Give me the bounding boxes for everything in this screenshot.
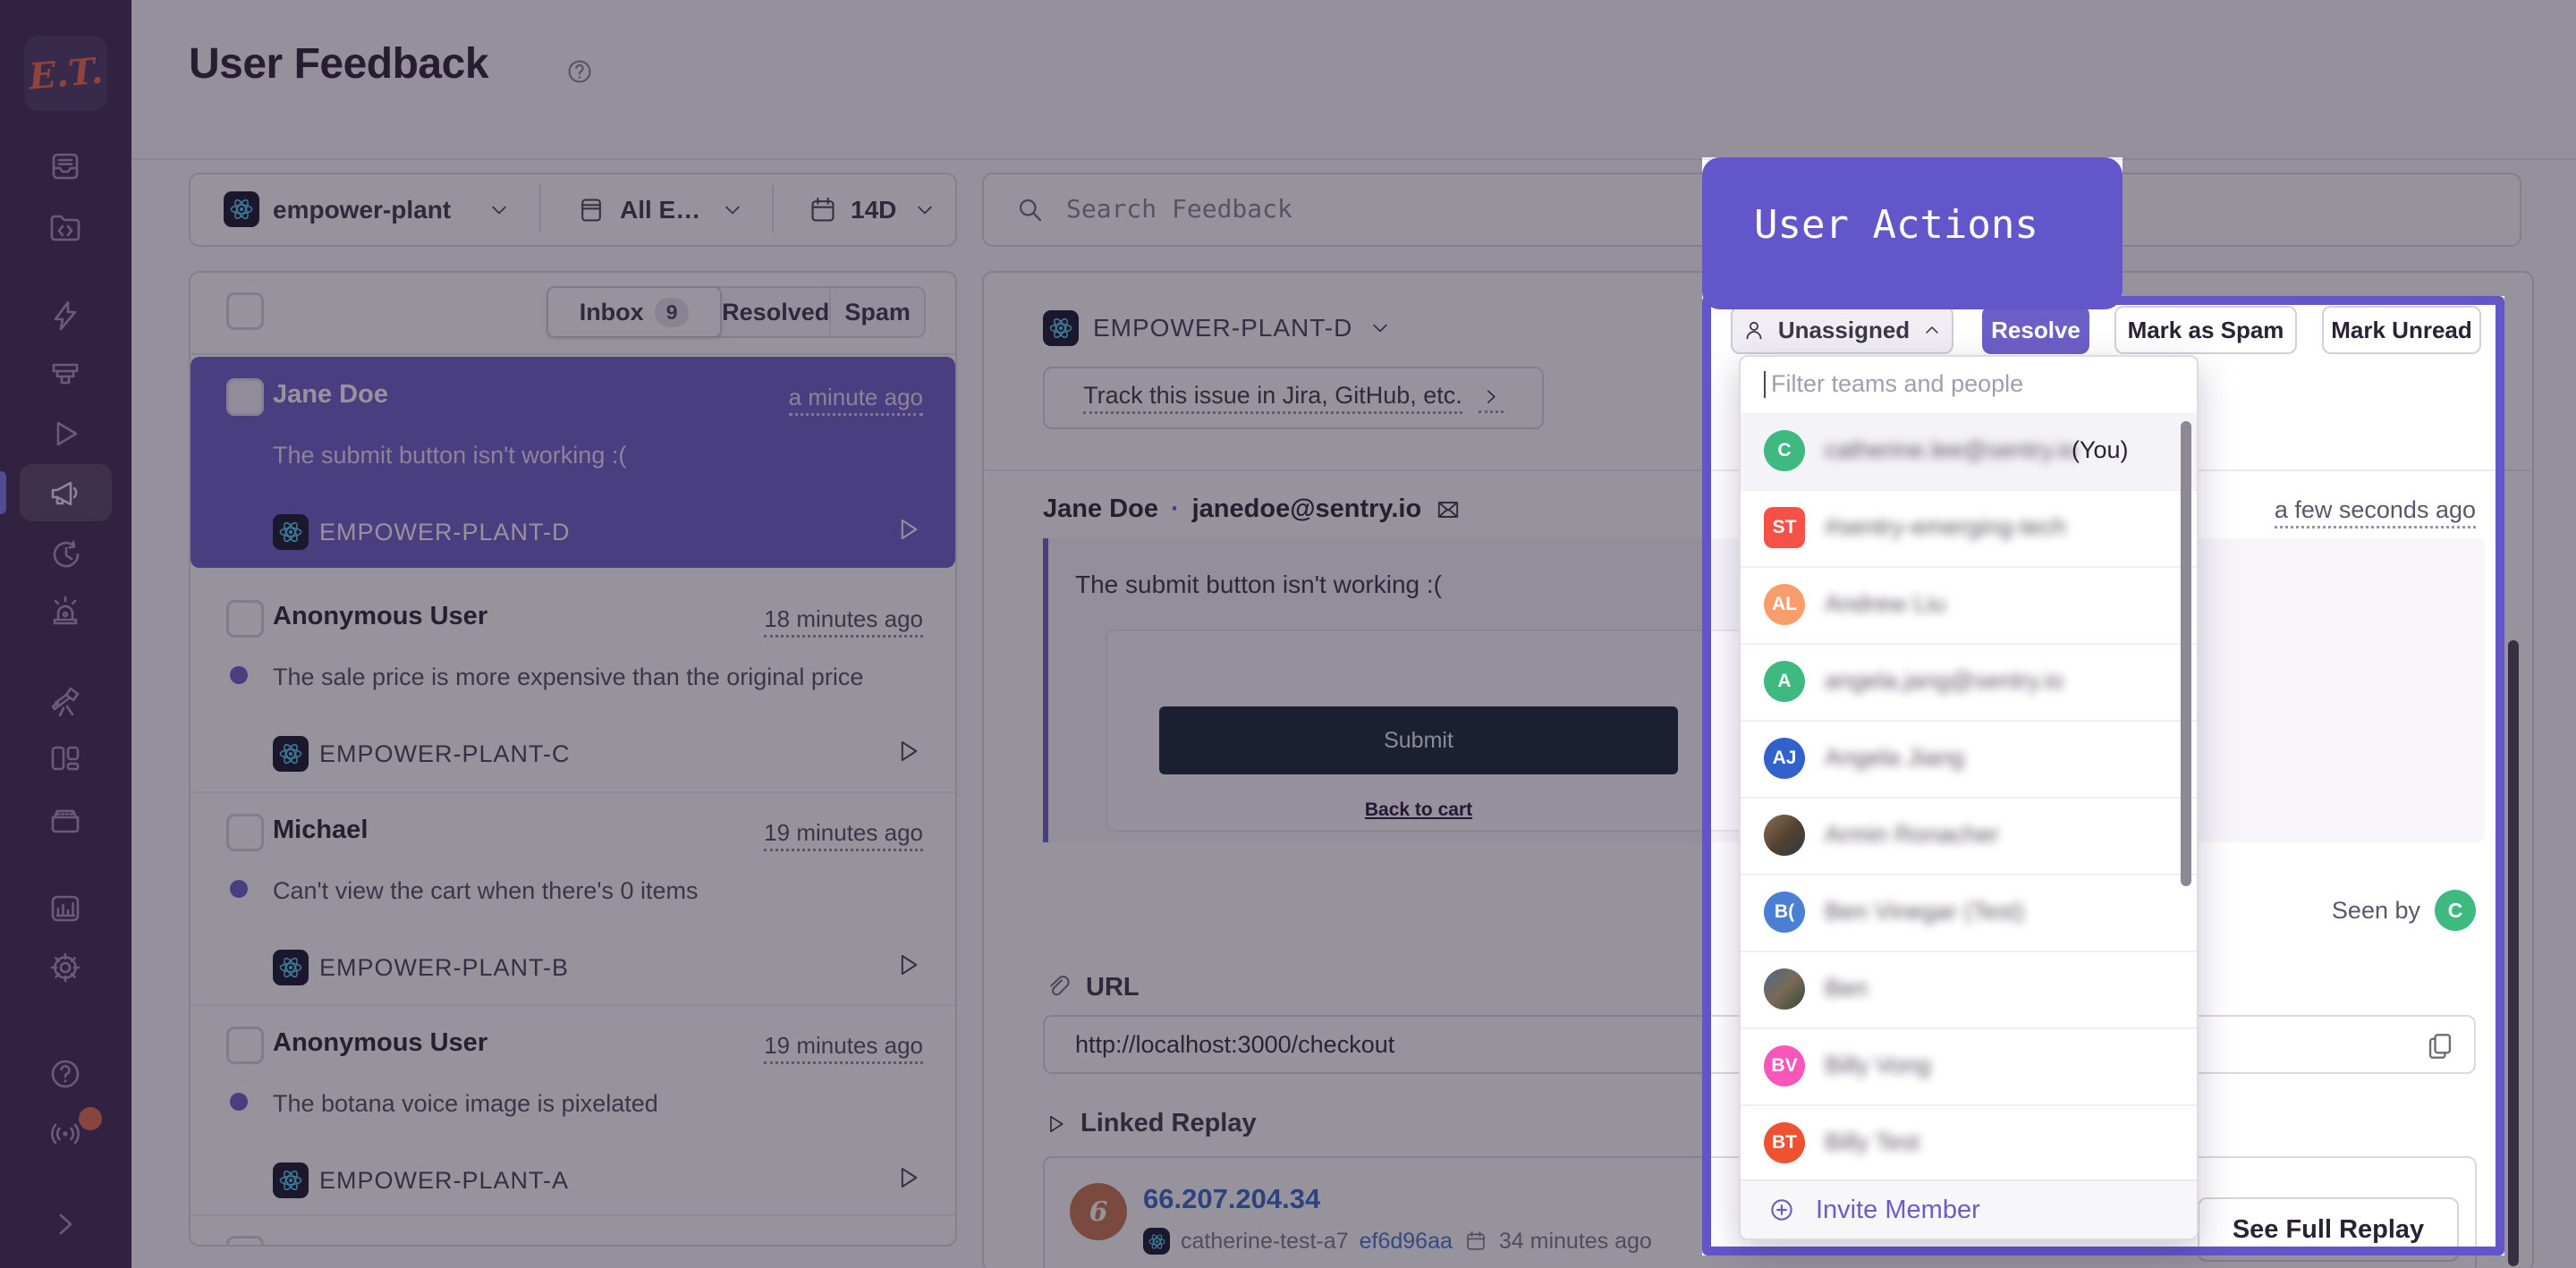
avatar: AJ	[1764, 738, 1805, 779]
assignee-option[interactable]: BV Billy Vong	[1741, 1027, 2197, 1106]
member-name-redacted: Angela Jiang	[1825, 744, 1964, 772]
assignee-option[interactable]: AJ Angela Jiang	[1741, 720, 2197, 799]
member-name-redacted: angela.jang@sentry.io	[1825, 667, 2063, 695]
assignee-option[interactable]: Ben	[1741, 951, 2197, 1029]
assignee-option[interactable]: B( Ben Vinegar (Test)	[1741, 874, 2197, 952]
dropdown-scrollbar[interactable]	[2181, 421, 2191, 886]
dim-overlay	[0, 0, 2576, 157]
member-name-redacted: Ben Vinegar (Test)	[1825, 898, 2024, 926]
assignee-option[interactable]: Armin Ronacher	[1741, 797, 2197, 875]
text-caret	[1764, 371, 1766, 398]
invite-member-label: Invite Member	[1816, 1196, 1980, 1225]
member-name-redacted: Billy Vong	[1825, 1052, 1931, 1079]
avatar: C	[1764, 430, 1805, 471]
filter-placeholder: Filter teams and people	[1771, 370, 2023, 398]
member-name-redacted: Billy Test	[1825, 1129, 1919, 1156]
avatar: AL	[1764, 584, 1805, 625]
plus-circle-icon	[1766, 1194, 1798, 1226]
dim-overlay	[2123, 157, 2576, 296]
dim-overlay	[0, 157, 1702, 296]
user-actions-title: User Actions	[1754, 202, 2038, 248]
member-name-redacted: Andrew Liu	[1825, 590, 1945, 618]
assignee-option[interactable]: A angela.jang@sentry.io	[1741, 643, 2197, 722]
dim-overlay	[0, 1255, 2576, 1268]
member-name-redacted: #sentry-emerging-tech	[1825, 513, 2066, 541]
assignee-option[interactable]: BT Billy Test	[1741, 1104, 2197, 1183]
app-screen: E.T. User Feedback empower-plant All E…	[0, 0, 2576, 1268]
member-name-redacted: catherine.lee@sentry.io	[1825, 436, 2077, 464]
avatar: BV	[1764, 1045, 1805, 1086]
member-name-redacted: Ben	[1825, 975, 1868, 1002]
avatar: B(	[1764, 892, 1805, 933]
avatar photo	[1764, 815, 1805, 856]
member-you-suffix: (You)	[2072, 436, 2129, 464]
assignee-option[interactable]: C catherine.lee@sentry.io (You)	[1741, 412, 2197, 491]
assignee-option[interactable]: ST #sentry-emerging-tech	[1741, 489, 2197, 568]
avatar: A	[1764, 661, 1805, 702]
avatar: BT	[1764, 1122, 1805, 1163]
user-actions-tab: User Actions	[1702, 157, 2123, 309]
dim-overlay	[0, 296, 1702, 1255]
avatar: ST	[1764, 507, 1805, 548]
member-name-redacted: Armin Ronacher	[1825, 821, 1999, 849]
assignee-option[interactable]: AL Andrew Liu	[1741, 566, 2197, 645]
dim-overlay	[2504, 296, 2576, 1255]
assignee-filter-input[interactable]: Filter teams and people	[1741, 357, 2197, 414]
avatar photo	[1764, 968, 1805, 1010]
assignee-dropdown: Filter teams and people C catherine.lee@…	[1739, 355, 2199, 1240]
invite-member-row[interactable]: Invite Member	[1741, 1179, 2197, 1238]
